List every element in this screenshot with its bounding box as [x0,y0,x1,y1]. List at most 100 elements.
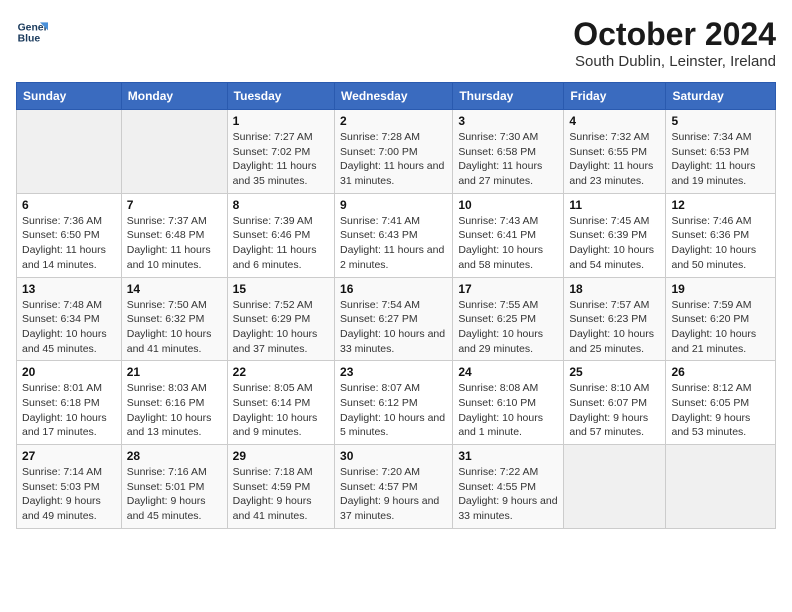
day-number: 2 [340,114,447,128]
day-number: 31 [458,449,558,463]
calendar-cell: 8 Sunrise: 7:39 AMSunset: 6:46 PMDaylight… [227,193,334,277]
week-row-1: 1Sunrise: 7:27 AMSunset: 7:02 PMDaylight… [17,110,776,194]
day-number: 15 [233,282,329,296]
day-number: 9 [340,198,447,212]
calendar-cell: 14 Sunrise: 7:50 AMSunset: 6:32 PMDayligh… [121,277,227,361]
day-info: Sunrise: 7:46 AMSunset: 6:36 PMDaylight:… [671,214,770,273]
day-number: 25 [569,365,660,379]
calendar-cell: 11 Sunrise: 7:45 AMSunset: 6:39 PMDayligh… [564,193,666,277]
calendar-cell: 22Sunrise: 8:05 AMSunset: 6:14 PMDayligh… [227,361,334,445]
calendar-header-row: SundayMondayTuesdayWednesdayThursdayFrid… [17,83,776,110]
day-info: Sunrise: 7:59 AMSunset: 6:20 PMDaylight:… [671,298,770,357]
day-info: Sunrise: 7:16 AMSunset: 5:01 PMDaylight:… [127,465,222,524]
day-number: 13 [22,282,116,296]
header-sunday: Sunday [17,83,122,110]
day-info: Sunrise: 7:48 AMSunset: 6:34 PMDaylight:… [22,298,116,357]
calendar-cell [666,445,776,529]
calendar-cell: 7 Sunrise: 7:37 AMSunset: 6:48 PMDaylight… [121,193,227,277]
day-number: 29 [233,449,329,463]
day-info: Sunrise: 7:22 AMSunset: 4:55 PMDaylight:… [458,465,558,524]
day-number: 19 [671,282,770,296]
day-number: 5 [671,114,770,128]
calendar-cell: 10Sunrise: 7:43 AMSunset: 6:41 PMDayligh… [453,193,564,277]
calendar-cell: 26 Sunrise: 8:12 AMSunset: 6:05 PMDayligh… [666,361,776,445]
calendar-cell: 29Sunrise: 7:18 AMSunset: 4:59 PMDayligh… [227,445,334,529]
calendar-cell: 13 Sunrise: 7:48 AMSunset: 6:34 PMDayligh… [17,277,122,361]
svg-text:Blue: Blue [18,34,41,45]
calendar-cell: 2 Sunrise: 7:28 AMSunset: 7:00 PMDaylight… [335,110,453,194]
calendar-cell: 30Sunrise: 7:20 AMSunset: 4:57 PMDayligh… [335,445,453,529]
day-info: Sunrise: 7:41 AMSunset: 6:43 PMDaylight:… [340,214,447,273]
day-info: Sunrise: 7:43 AMSunset: 6:41 PMDaylight:… [458,214,558,273]
calendar-cell: 17 Sunrise: 7:55 AMSunset: 6:25 PMDayligh… [453,277,564,361]
calendar-cell: 20 Sunrise: 8:01 AMSunset: 6:18 PMDayligh… [17,361,122,445]
day-info: Sunrise: 8:03 AMSunset: 6:16 PMDaylight:… [127,381,222,440]
day-info: Sunrise: 7:57 AMSunset: 6:23 PMDaylight:… [569,298,660,357]
week-row-2: 6 Sunrise: 7:36 AMSunset: 6:50 PMDaylight… [17,193,776,277]
day-number: 27 [22,449,116,463]
calendar-cell: 31 Sunrise: 7:22 AMSunset: 4:55 PMDayligh… [453,445,564,529]
calendar-cell: 23 Sunrise: 8:07 AMSunset: 6:12 PMDayligh… [335,361,453,445]
day-info: Sunrise: 7:50 AMSunset: 6:32 PMDaylight:… [127,298,222,357]
header-thursday: Thursday [453,83,564,110]
subtitle: South Dublin, Leinster, Ireland [573,53,776,70]
week-row-4: 20 Sunrise: 8:01 AMSunset: 6:18 PMDayligh… [17,361,776,445]
day-number: 18 [569,282,660,296]
day-info: Sunrise: 7:37 AMSunset: 6:48 PMDaylight:… [127,214,222,273]
header-monday: Monday [121,83,227,110]
day-number: 6 [22,198,116,212]
day-number: 1 [233,114,329,128]
calendar-cell [564,445,666,529]
calendar-cell: 24 Sunrise: 8:08 AMSunset: 6:10 PMDayligh… [453,361,564,445]
day-number: 20 [22,365,116,379]
calendar-cell: 27 Sunrise: 7:14 AMSunset: 5:03 PMDayligh… [17,445,122,529]
day-number: 11 [569,198,660,212]
day-info: Sunrise: 7:52 AMSunset: 6:29 PMDaylight:… [233,298,329,357]
calendar-cell: 18 Sunrise: 7:57 AMSunset: 6:23 PMDayligh… [564,277,666,361]
calendar-cell: 19 Sunrise: 7:59 AMSunset: 6:20 PMDayligh… [666,277,776,361]
calendar-cell [121,110,227,194]
day-info: Sunrise: 8:08 AMSunset: 6:10 PMDaylight:… [458,381,558,440]
day-info: Sunrise: 7:14 AMSunset: 5:03 PMDaylight:… [22,465,116,524]
day-number: 24 [458,365,558,379]
calendar-cell: 25 Sunrise: 8:10 AMSunset: 6:07 PMDayligh… [564,361,666,445]
header-saturday: Saturday [666,83,776,110]
header-friday: Friday [564,83,666,110]
header-wednesday: Wednesday [335,83,453,110]
calendar-cell: 5 Sunrise: 7:34 AMSunset: 6:53 PMDaylight… [666,110,776,194]
calendar-cell [17,110,122,194]
day-number: 30 [340,449,447,463]
calendar-cell: 21Sunrise: 8:03 AMSunset: 6:16 PMDayligh… [121,361,227,445]
page-header: General Blue October 2024 South Dublin, … [16,16,776,70]
calendar-cell: 3Sunrise: 7:30 AMSunset: 6:58 PMDaylight… [453,110,564,194]
day-number: 7 [127,198,222,212]
day-number: 23 [340,365,447,379]
day-info: Sunrise: 7:55 AMSunset: 6:25 PMDaylight:… [458,298,558,357]
day-info: Sunrise: 7:39 AMSunset: 6:46 PMDaylight:… [233,214,329,273]
header-tuesday: Tuesday [227,83,334,110]
calendar-cell: 12Sunrise: 7:46 AMSunset: 6:36 PMDayligh… [666,193,776,277]
main-title: October 2024 [573,16,776,53]
day-number: 3 [458,114,558,128]
day-number: 16 [340,282,447,296]
day-info: Sunrise: 8:12 AMSunset: 6:05 PMDaylight:… [671,381,770,440]
day-info: Sunrise: 7:34 AMSunset: 6:53 PMDaylight:… [671,130,770,189]
calendar-cell: 1Sunrise: 7:27 AMSunset: 7:02 PMDaylight… [227,110,334,194]
calendar-cell: 6 Sunrise: 7:36 AMSunset: 6:50 PMDaylight… [17,193,122,277]
day-number: 26 [671,365,770,379]
day-info: Sunrise: 7:45 AMSunset: 6:39 PMDaylight:… [569,214,660,273]
day-info: Sunrise: 8:01 AMSunset: 6:18 PMDaylight:… [22,381,116,440]
day-info: Sunrise: 7:54 AMSunset: 6:27 PMDaylight:… [340,298,447,357]
day-info: Sunrise: 8:05 AMSunset: 6:14 PMDaylight:… [233,381,329,440]
title-block: October 2024 South Dublin, Leinster, Ire… [573,16,776,70]
day-info: Sunrise: 8:10 AMSunset: 6:07 PMDaylight:… [569,381,660,440]
day-number: 17 [458,282,558,296]
day-info: Sunrise: 7:36 AMSunset: 6:50 PMDaylight:… [22,214,116,273]
day-info: Sunrise: 7:28 AMSunset: 7:00 PMDaylight:… [340,130,447,189]
day-info: Sunrise: 8:07 AMSunset: 6:12 PMDaylight:… [340,381,447,440]
day-number: 8 [233,198,329,212]
day-number: 14 [127,282,222,296]
calendar-cell: 9 Sunrise: 7:41 AMSunset: 6:43 PMDaylight… [335,193,453,277]
day-number: 4 [569,114,660,128]
calendar-cell: 4Sunrise: 7:32 AMSunset: 6:55 PMDaylight… [564,110,666,194]
